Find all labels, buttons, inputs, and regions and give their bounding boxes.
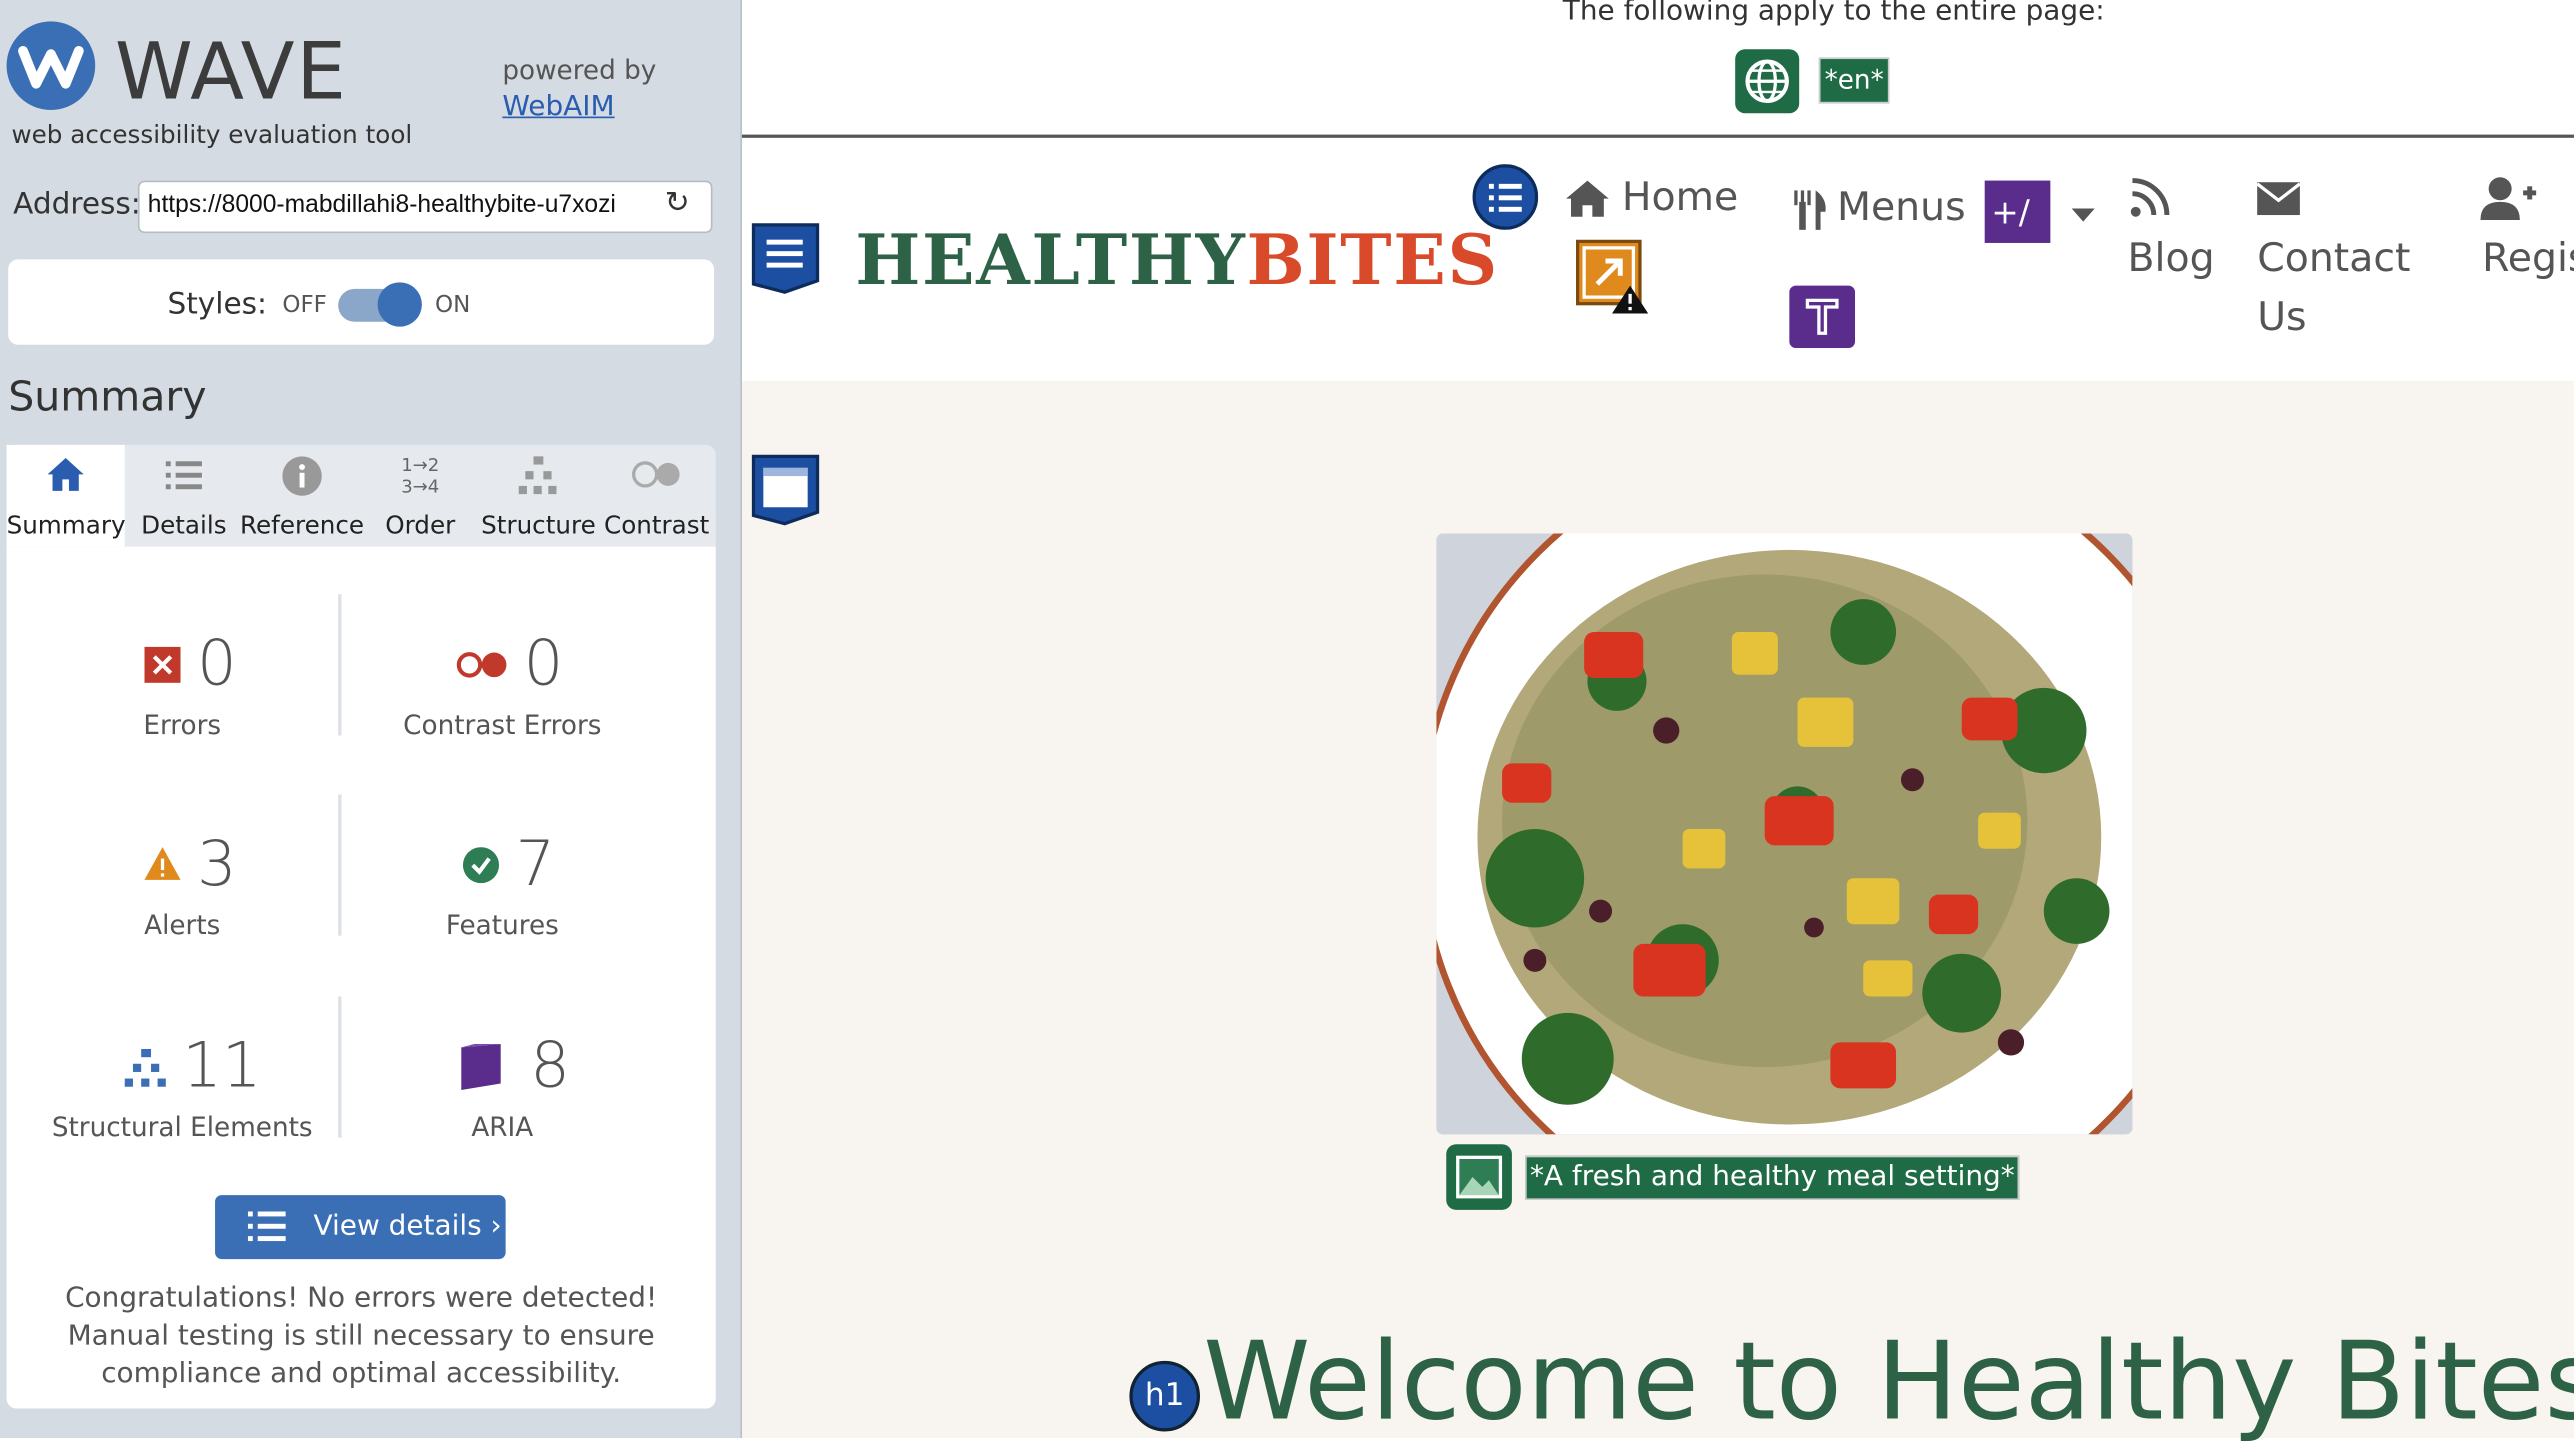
errors-label: Errors (143, 709, 222, 741)
wave-tagline: web accessibility evaluation tool (11, 119, 413, 150)
tab-reference[interactable]: Reference (240, 445, 365, 547)
logo-part2: BITES (1246, 219, 1499, 301)
nav-contact-line2[interactable]: Us (2257, 294, 2306, 340)
list-icon (247, 1210, 287, 1251)
address-label: Address: (13, 187, 141, 222)
structural-label: Structural Elements (51, 1111, 313, 1143)
tab-label: Summary (6, 510, 126, 541)
redundant-link-alert-icon[interactable] (1575, 239, 1652, 322)
nav-blog[interactable]: Blog (2128, 235, 2215, 281)
tab-label: Order (385, 510, 456, 541)
envelope-icon (2256, 181, 2302, 224)
webaim-link[interactable]: WebAIM (502, 90, 614, 123)
styles-toggle-knob[interactable] (377, 282, 422, 327)
errors-count: 0 (196, 627, 237, 700)
contrast-error-icon (456, 650, 509, 686)
congrats-message: Congratulations! No errors were detected… (65, 1282, 658, 1391)
alert-icon (143, 845, 182, 888)
nav-register[interactable]: Regis (2482, 235, 2574, 281)
tab-structure[interactable]: Structure (479, 445, 597, 547)
summary-heading: Summary (8, 372, 207, 421)
aria-tabindex-icon[interactable] (1789, 285, 1856, 349)
home-icon (7, 455, 125, 501)
features-count: 7 (515, 827, 556, 900)
contrast-errors-label: Contrast Errors (403, 709, 602, 741)
tab-label: Contrast (604, 510, 710, 541)
tab-contrast[interactable]: Contrast (601, 445, 713, 547)
error-icon (144, 646, 181, 690)
language-badge[interactable]: *en* (1818, 57, 1890, 104)
globe-icon[interactable] (1735, 49, 1800, 114)
list-icon (128, 455, 240, 501)
image-alt-icon[interactable] (1446, 1144, 1512, 1210)
nav-menus[interactable]: Menus (1837, 184, 1966, 230)
chevron-down-icon[interactable] (2070, 199, 2096, 230)
powered-by-text: powered by (502, 54, 657, 86)
reload-icon[interactable]: ↻ (665, 186, 690, 220)
image-alt-text: *A fresh and healthy meal setting* (1525, 1155, 2020, 1201)
wave-tabs: Summary Details Reference 1→2 3→4 Order S… (6, 444, 716, 547)
contrast-icon (601, 455, 713, 501)
structure-icon (123, 1047, 169, 1096)
home-icon (1564, 177, 1610, 226)
summary-panel (6, 546, 716, 1409)
structural-count: 11 (182, 1029, 262, 1102)
page-heading: Welcome to Healthy Bites (1203, 1318, 2574, 1445)
aria-count: 8 (530, 1029, 570, 1102)
features-label: Features (445, 909, 559, 941)
styles-label: Styles: (167, 287, 268, 322)
aria-expanded-label: +/− (1991, 192, 2030, 271)
aria-icon (458, 1042, 504, 1098)
h1-heading-icon[interactable]: h1 (1129, 1360, 1201, 1432)
view-details-button[interactable]: View details › (215, 1195, 506, 1260)
address-value: https://8000-mabdillahi8-healthybite-u7x… (147, 190, 616, 219)
aria-expanded-icon[interactable]: +/− (1984, 180, 2051, 271)
styles-on-label: ON (435, 292, 471, 319)
aria-label: ARIA (471, 1111, 534, 1143)
wave-logo-icon (6, 21, 96, 110)
tab-label: Details (141, 510, 227, 541)
nav-home[interactable]: Home (1622, 174, 1738, 220)
alerts-label: Alerts (144, 909, 221, 941)
landmark-icon[interactable] (750, 222, 821, 302)
wave-title: WAVE (114, 26, 348, 119)
info-icon (240, 455, 365, 501)
page-wide-banner-text: The following apply to the entire page: (1562, 0, 2105, 28)
tab-label: Structure (481, 510, 596, 541)
feature-check-icon (462, 847, 500, 890)
tab-order[interactable]: 1→2 3→4 Order (364, 445, 476, 547)
list-structure-icon[interactable] (1472, 164, 1539, 236)
site-logo[interactable]: HEALTHYBITES (855, 220, 1499, 300)
alerts-count: 3 (196, 827, 237, 900)
logo-part1: HEALTHY (855, 219, 1247, 301)
structure-icon (479, 455, 597, 501)
user-plus-icon (2480, 176, 2537, 229)
order-icon: 1→2 3→4 (401, 454, 440, 498)
tab-label: Reference (240, 510, 365, 541)
view-details-label: View details › (313, 1209, 502, 1243)
menu-fork-knife-icon (1793, 189, 1829, 238)
tab-details[interactable]: Details (128, 445, 240, 547)
nav-contact[interactable]: Contact (2257, 235, 2410, 281)
landmark-region-icon[interactable] (750, 453, 821, 533)
blog-rss-icon (2128, 177, 2174, 226)
tab-summary[interactable]: Summary (6, 444, 126, 547)
styles-off-label: OFF (282, 292, 327, 319)
hero-salad-image (1436, 533, 2133, 1135)
contrast-errors-count: 0 (523, 627, 564, 700)
